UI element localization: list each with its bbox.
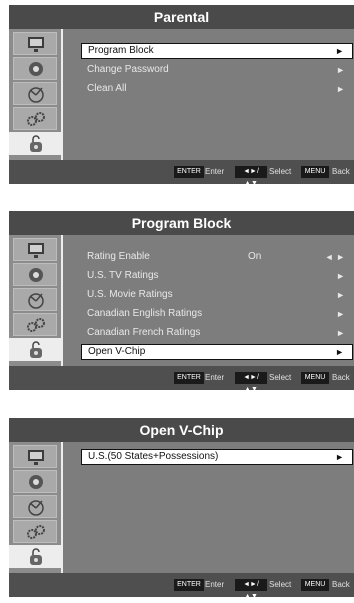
parental-lock-icon: [30, 135, 42, 152]
menu-footer: ENTER Enter ◄►/▲▼ Select MENU Back: [9, 160, 354, 187]
back-hint: Back: [332, 167, 350, 176]
picture-icon: [28, 37, 44, 52]
menu-item-label: U.S. TV Ratings: [87, 270, 159, 281]
menu-item-change-password[interactable]: Change Password ►: [81, 62, 353, 78]
menu-item-label: Clean All: [87, 83, 127, 94]
sidebar-tile-parental[interactable]: [9, 132, 61, 155]
menu-item-label: Open V-Chip: [88, 346, 146, 357]
setup-icon: [27, 112, 45, 126]
menu-title: Program Block: [9, 211, 354, 235]
sidebar-tile-channel[interactable]: [13, 288, 57, 311]
menu-key: MENU: [301, 579, 329, 591]
select-hint: Select: [269, 580, 292, 589]
menu-item-label: Rating Enable: [87, 251, 150, 262]
arrow-right-icon: ►: [335, 452, 344, 462]
sidebar-tile-picture[interactable]: [13, 445, 57, 468]
select-hint: Select: [269, 167, 292, 176]
parental-menu: Parental Program Block ► Change Password…: [9, 5, 354, 187]
arrow-right-icon: ►: [336, 328, 345, 338]
arrow-right-icon: ►: [335, 347, 344, 357]
navigate-arrows-icon: ◄►/▲▼: [235, 579, 267, 600]
menu-item-label: Canadian French Ratings: [87, 327, 201, 338]
arrow-right-icon: ►: [336, 290, 345, 300]
picture-icon: [28, 450, 44, 465]
menu-item-open-v-chip[interactable]: Open V-Chip ►: [81, 344, 353, 360]
menu-item-us-50-states[interactable]: U.S.(50 States+Possessions) ►: [81, 449, 353, 465]
menu-title: Open V-Chip: [9, 418, 354, 442]
sound-icon: [29, 62, 43, 76]
channel-icon: [28, 293, 44, 309]
parental-lock-icon: [30, 341, 42, 358]
menu-sidebar: [9, 29, 61, 160]
program-block-menu: Program Block Rating Enable On ◄ ► U.S. …: [9, 211, 354, 393]
setup-icon: [27, 318, 45, 332]
menu-key: MENU: [301, 372, 329, 384]
menu-item-us-movie-ratings[interactable]: U.S. Movie Ratings ►: [81, 287, 353, 303]
sidebar-tile-channel[interactable]: [13, 495, 57, 518]
enter-key: ENTER: [174, 579, 204, 591]
enter-hint: Enter: [205, 167, 225, 176]
sidebar-tile-setup[interactable]: [13, 313, 57, 336]
menu-item-us-tv-ratings[interactable]: U.S. TV Ratings ►: [81, 268, 353, 284]
menu-item-label: U.S. Movie Ratings: [87, 289, 173, 300]
menu-item-label: U.S.(50 States+Possessions): [88, 451, 219, 462]
menu-item-program-block[interactable]: Program Block ►: [81, 43, 353, 59]
sidebar-tile-sound[interactable]: [13, 57, 57, 80]
menu-sidebar: [9, 235, 61, 366]
navigate-arrows-icon: ◄►/▲▼: [235, 372, 267, 393]
menu-item-value: On: [248, 251, 262, 262]
sidebar-tile-parental[interactable]: [9, 545, 61, 568]
menu-content: Rating Enable On ◄ ► U.S. TV Ratings ► U…: [61, 235, 354, 366]
sidebar-tile-picture[interactable]: [13, 238, 57, 261]
menu-item-rating-enable[interactable]: Rating Enable On ◄ ►: [81, 249, 353, 265]
menu-item-canadian-english-ratings[interactable]: Canadian English Ratings ►: [81, 306, 353, 322]
menu-content: Program Block ► Change Password ► Clean …: [61, 29, 354, 160]
menu-item-label: Program Block: [88, 45, 154, 56]
menu-footer: ENTER Enter ◄►/▲▼ Select MENU Back: [9, 573, 354, 600]
back-hint: Back: [332, 580, 350, 589]
enter-key: ENTER: [174, 372, 204, 384]
menu-item-canadian-french-ratings[interactable]: Canadian French Ratings ►: [81, 325, 353, 341]
sidebar-tile-parental[interactable]: [9, 338, 61, 361]
channel-icon: [28, 500, 44, 516]
arrow-right-icon: ►: [336, 65, 345, 75]
arrow-right-icon: ►: [335, 46, 344, 56]
menu-title: Parental: [9, 5, 354, 29]
back-hint: Back: [332, 373, 350, 382]
arrow-right-icon: ►: [336, 84, 345, 94]
menu-content: U.S.(50 States+Possessions) ►: [61, 442, 354, 573]
select-hint: Select: [269, 373, 292, 382]
open-v-chip-menu: Open V-Chip U.S.(50 States+Possessions) …: [9, 418, 354, 600]
menu-item-clean-all[interactable]: Clean All ►: [81, 81, 353, 97]
enter-hint: Enter: [205, 580, 225, 589]
menu-item-label: Change Password: [87, 64, 169, 75]
menu-footer: ENTER Enter ◄►/▲▼ Select MENU Back: [9, 366, 354, 393]
sidebar-tile-picture[interactable]: [13, 32, 57, 55]
sidebar-tile-setup[interactable]: [13, 107, 57, 130]
picture-icon: [28, 243, 44, 258]
setup-icon: [27, 525, 45, 539]
sidebar-tile-sound[interactable]: [13, 470, 57, 493]
enter-key: ENTER: [174, 166, 204, 178]
channel-icon: [28, 87, 44, 103]
arrow-right-icon: ►: [336, 271, 345, 281]
sidebar-tile-channel[interactable]: [13, 82, 57, 105]
navigate-arrows-icon: ◄►/▲▼: [235, 166, 267, 187]
arrow-left-right-icon: ◄ ►: [324, 252, 345, 262]
sidebar-tile-sound[interactable]: [13, 263, 57, 286]
arrow-right-icon: ►: [336, 309, 345, 319]
sound-icon: [29, 475, 43, 489]
sidebar-tile-setup[interactable]: [13, 520, 57, 543]
menu-sidebar: [9, 442, 61, 573]
menu-item-label: Canadian English Ratings: [87, 308, 203, 319]
enter-hint: Enter: [205, 373, 225, 382]
parental-lock-icon: [30, 548, 42, 565]
menu-key: MENU: [301, 166, 329, 178]
sound-icon: [29, 268, 43, 282]
